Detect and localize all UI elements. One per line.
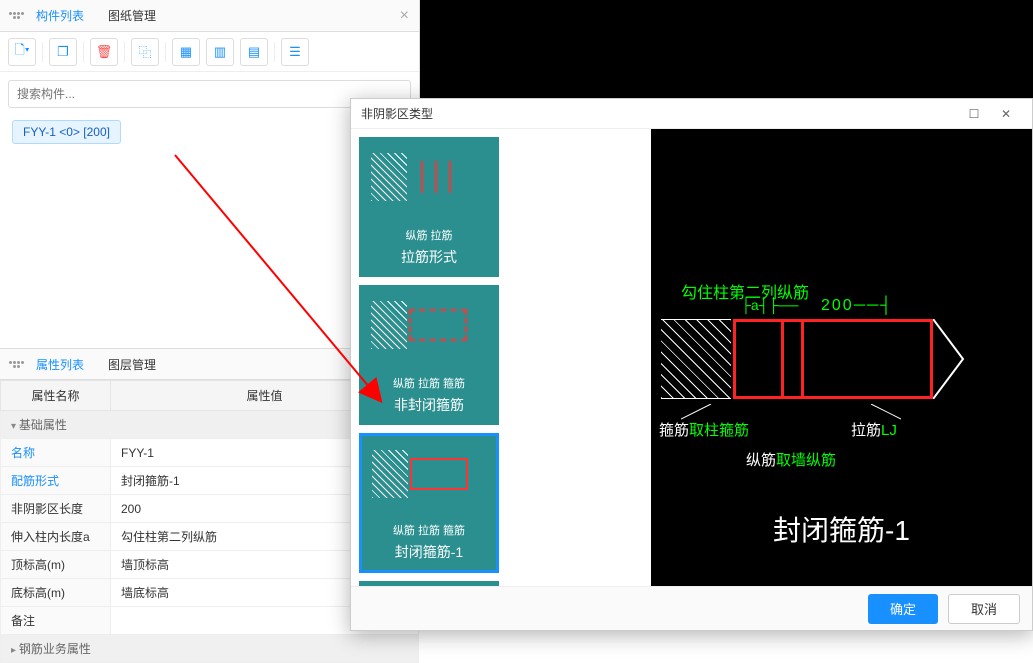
arrow-right-icon <box>933 319 973 399</box>
layout3-button[interactable]: ▤ <box>240 38 268 66</box>
cancel-button[interactable]: 取消 <box>948 594 1020 624</box>
leader-line-icon <box>861 404 901 424</box>
dialog-titlebar[interactable]: 非阴影区类型 ☐ ✕ <box>351 99 1032 129</box>
stirrup-box <box>733 319 933 399</box>
close-panel-icon[interactable]: × <box>400 7 409 25</box>
hatch-icon <box>661 319 731 399</box>
maximize-icon[interactable]: ☐ <box>958 102 990 126</box>
list-button[interactable]: ☰ <box>281 38 309 66</box>
ok-button[interactable]: 确定 <box>868 594 938 624</box>
drag-grip-icon[interactable] <box>8 8 24 24</box>
preview-pane: 勾住柱第二列纵筋 ├a┤├── 200──┤ 箍筋取柱箍筋 拉筋LJ 纵筋取墙纵… <box>651 129 1032 586</box>
delete-button[interactable]: 🗑 <box>90 38 118 66</box>
thumb-3[interactable]: 纵筋 拉筋 箍筋 封闭箍筋-2 <box>359 581 499 586</box>
thumbnail-grid: 纵筋 拉筋 拉筋形式 纵筋 拉筋 箍筋 非封闭箍筋 纵筋 拉筋 箍筋 封闭箍筋-… <box>351 129 651 586</box>
thumb-0[interactable]: 纵筋 拉筋 拉筋形式 <box>359 137 499 277</box>
thumb-2[interactable]: 纵筋 拉筋 箍筋 封闭箍筋-1 <box>359 433 499 573</box>
component-chip[interactable]: FYY-1 <0> [200] <box>12 120 121 144</box>
layout1-button[interactable]: ▦ <box>172 38 200 66</box>
tab-drawings[interactable]: 图纸管理 <box>96 1 168 30</box>
new-button[interactable]: 🗋▾ <box>8 38 36 66</box>
bar-icon <box>781 321 784 397</box>
tab-layers[interactable]: 图层管理 <box>96 350 168 379</box>
leader-line-icon <box>681 404 721 424</box>
component-tabs: 构件列表 图纸管理 × <box>0 0 419 32</box>
section-rebar[interactable]: 钢筋业务属性 <box>1 635 419 663</box>
drag-grip-icon[interactable] <box>8 356 24 372</box>
preview-title: 封闭箍筋-1 <box>651 509 1032 549</box>
tab-properties[interactable]: 属性列表 <box>24 350 96 379</box>
dialog-footer: 确定 取消 <box>351 586 1032 630</box>
dialog-title-text: 非阴影区类型 <box>361 105 433 122</box>
layout2-button[interactable]: ▥ <box>206 38 234 66</box>
long-label: 纵筋取墙纵筋 <box>746 449 836 470</box>
tab-components[interactable]: 构件列表 <box>24 1 96 30</box>
canvas-bg <box>420 0 1033 100</box>
col-name: 属性名称 <box>1 381 111 411</box>
thumb-1[interactable]: 纵筋 拉筋 箍筋 非封闭箍筋 <box>359 285 499 425</box>
dim-200: 200──┤ <box>821 297 894 315</box>
type-dialog: 非阴影区类型 ☐ ✕ 纵筋 拉筋 拉筋形式 纵筋 拉筋 箍筋 非封闭箍筋 纵筋 … <box>350 98 1033 631</box>
duplicate-button[interactable]: ⿻ <box>131 38 159 66</box>
bar-icon <box>801 321 804 397</box>
close-icon[interactable]: ✕ <box>990 102 1022 126</box>
dim-a: ├a┤├── <box>741 297 798 313</box>
copy-button[interactable]: ❐ <box>49 38 77 66</box>
toolbar: 🗋▾ ❐ 🗑 ⿻ ▦ ▥ ▤ ☰ <box>0 32 419 72</box>
